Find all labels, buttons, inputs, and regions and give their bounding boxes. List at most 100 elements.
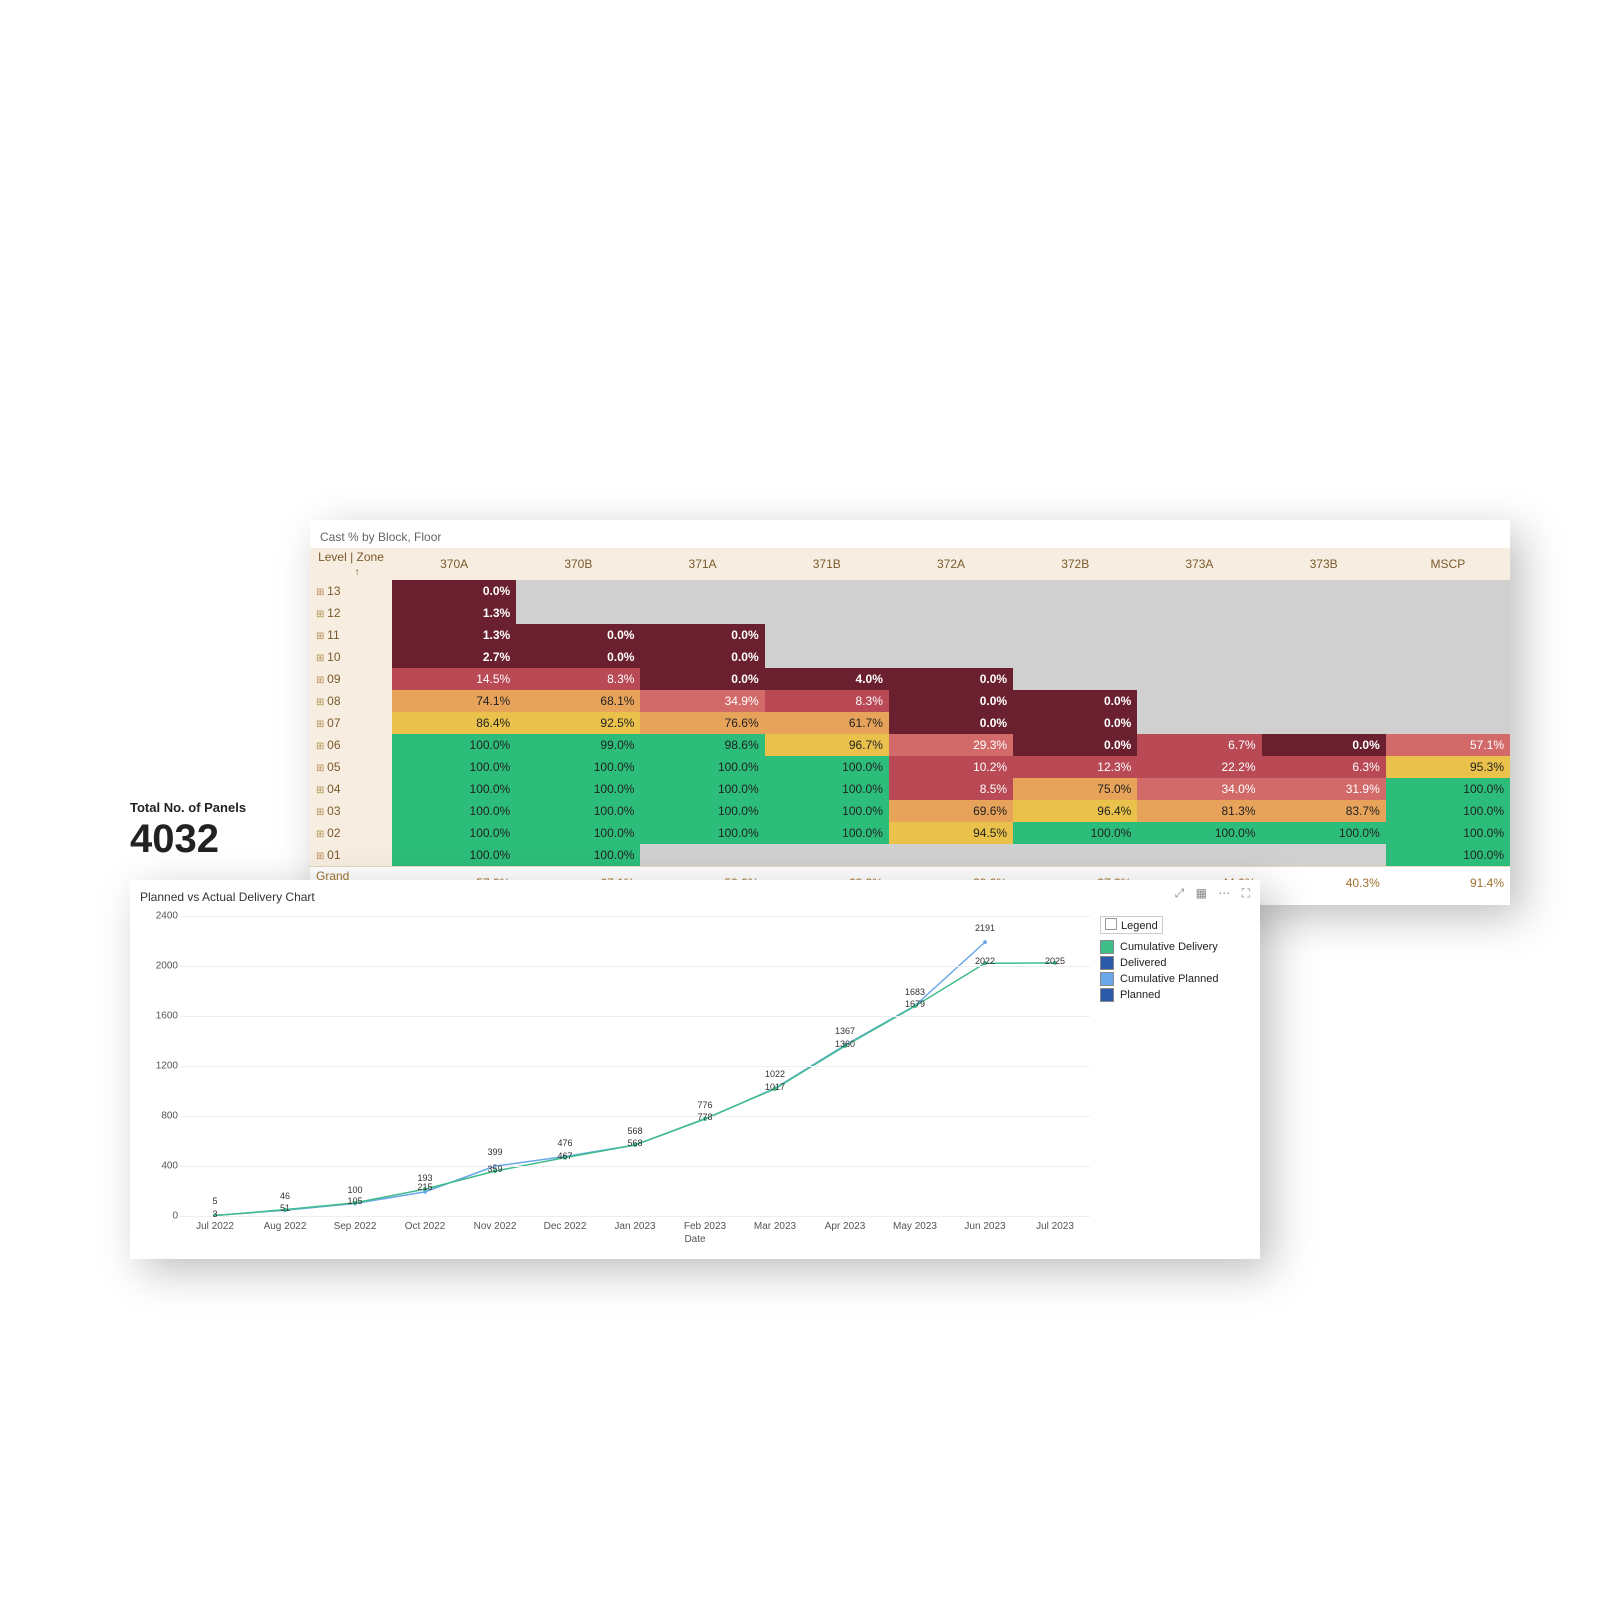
heatmap-col[interactable]: 370B <box>516 548 640 580</box>
heatmap-level[interactable]: 07 <box>310 712 392 734</box>
legend-header[interactable]: Legend <box>1100 916 1163 934</box>
heatmap-title: Cast % by Block, Floor <box>320 530 1500 544</box>
heatmap-cell: 92.5% <box>516 712 640 734</box>
grid-icon[interactable]: ▦ <box>1196 886 1207 900</box>
heatmap-col[interactable]: 372A <box>889 548 1013 580</box>
heatmap-row: 0786.4%92.5%76.6%61.7%0.0%0.0% <box>310 712 1510 734</box>
legend-item-cumulative-planned[interactable]: Cumulative Planned <box>1100 972 1242 986</box>
heatmap-cell <box>1013 580 1137 602</box>
heatmap-cell: 100.0% <box>1386 844 1510 867</box>
heatmap-level[interactable]: 06 <box>310 734 392 756</box>
heatmap-cell <box>1386 668 1510 690</box>
data-label: 3 <box>212 1209 217 1219</box>
heatmap-cell: 100.0% <box>1386 800 1510 822</box>
data-label: 467 <box>557 1151 572 1161</box>
heatmap-cell <box>1386 602 1510 624</box>
heatmap-row: 03100.0%100.0%100.0%100.0%69.6%96.4%81.3… <box>310 800 1510 822</box>
heatmap-row: 0874.1%68.1%34.9%8.3%0.0%0.0% <box>310 690 1510 712</box>
heatmap-cell <box>1137 624 1261 646</box>
heatmap-level[interactable]: 08 <box>310 690 392 712</box>
heatmap-level[interactable]: 01 <box>310 844 392 867</box>
heatmap-level[interactable]: 04 <box>310 778 392 800</box>
heatmap-cell <box>889 646 1013 668</box>
heatmap-level[interactable]: 12 <box>310 602 392 624</box>
y-axis: 04008001200160020002400 <box>144 916 178 1216</box>
kpi-total-panels: Total No. of Panels 4032 <box>130 800 290 862</box>
gridline <box>180 1016 1090 1017</box>
heatmap-cell <box>640 844 764 867</box>
heatmap-level[interactable]: 03 <box>310 800 392 822</box>
heatmap-col[interactable]: 373B <box>1262 548 1386 580</box>
data-label: 5 <box>212 1196 217 1206</box>
legend-item-planned[interactable]: Planned <box>1100 988 1242 1002</box>
heatmap-cell <box>1262 712 1386 734</box>
data-label: 399 <box>487 1147 502 1157</box>
gridline <box>180 1166 1090 1167</box>
heatmap-cell: 100.0% <box>765 756 889 778</box>
expand-icon[interactable]: ⤢ <box>1175 886 1185 900</box>
heatmap-level[interactable]: 02 <box>310 822 392 844</box>
heatmap-row: 01100.0%100.0%100.0% <box>310 844 1510 867</box>
heatmap-cell: 1.3% <box>392 624 516 646</box>
heatmap-cell: 68.1% <box>516 690 640 712</box>
heatmap-cell <box>1137 668 1261 690</box>
heatmap-row: 06100.0%99.0%98.6%96.7%29.3%0.0%6.7%0.0%… <box>310 734 1510 756</box>
fullscreen-icon[interactable]: ⛶ <box>1242 886 1250 900</box>
heatmap-cell <box>1262 624 1386 646</box>
data-label: 568 <box>627 1138 642 1148</box>
heatmap-col[interactable]: 371A <box>640 548 764 580</box>
heatmap-cell <box>1013 668 1137 690</box>
heatmap-level[interactable]: 09 <box>310 668 392 690</box>
heatmap-cell: 100.0% <box>1262 822 1386 844</box>
heatmap-col[interactable]: 371B <box>765 548 889 580</box>
heatmap-col[interactable]: MSCP <box>1386 548 1510 580</box>
kpi-label: Total No. of Panels <box>130 800 290 815</box>
heatmap-cell: 4.0% <box>765 668 889 690</box>
data-label: 2025 <box>1045 956 1065 966</box>
heatmap-col[interactable]: 372B <box>1013 548 1137 580</box>
heatmap-cell: 75.0% <box>1013 778 1137 800</box>
heatmap-cell: 98.6% <box>640 734 764 756</box>
x-tick: Sep 2022 <box>320 1221 390 1232</box>
heatmap-row: 130.0% <box>310 580 1510 602</box>
y-tick: 800 <box>161 1111 178 1122</box>
heatmap-cell <box>1262 646 1386 668</box>
heatmap-level[interactable]: 13 <box>310 580 392 602</box>
heatmap-cell: 100.0% <box>640 778 764 800</box>
heatmap-cell <box>640 602 764 624</box>
more-icon[interactable]: ⋯ <box>1218 886 1230 900</box>
kpi-value: 4032 <box>130 817 290 862</box>
heatmap-cell: 100.0% <box>640 822 764 844</box>
heatmap-col[interactable]: 370A <box>392 548 516 580</box>
heatmap-cell: 100.0% <box>1137 822 1261 844</box>
heatmap-cell: 100.0% <box>516 822 640 844</box>
x-tick: Aug 2022 <box>250 1221 320 1232</box>
heatmap-cell: 22.2% <box>1137 756 1261 778</box>
x-tick: Jul 2023 <box>1020 1221 1090 1232</box>
data-label: 776 <box>697 1100 712 1110</box>
heatmap-cell: 100.0% <box>392 778 516 800</box>
gridline <box>180 966 1090 967</box>
heatmap-cell: 61.7% <box>765 712 889 734</box>
heatmap-cell: 100.0% <box>1386 778 1510 800</box>
heatmap-cell: 100.0% <box>516 844 640 867</box>
heatmap-cell <box>765 646 889 668</box>
legend-item-cumulative-delivery[interactable]: Cumulative Delivery <box>1100 940 1242 954</box>
heatmap-cell: 100.0% <box>516 778 640 800</box>
chart-plot-area: 04008001200160020002400 Jul 2022Aug 2022… <box>180 916 1090 1216</box>
x-tick: Jul 2022 <box>180 1221 250 1232</box>
heatmap-level[interactable]: 10 <box>310 646 392 668</box>
heatmap-level[interactable]: 05 <box>310 756 392 778</box>
heatmap-cell <box>516 602 640 624</box>
y-tick: 2000 <box>156 961 178 972</box>
heatmap-row: 111.3%0.0%0.0% <box>310 624 1510 646</box>
heatmap-col[interactable]: 373A <box>1137 548 1261 580</box>
heatmap-cell: 100.0% <box>765 800 889 822</box>
y-tick: 400 <box>161 1161 178 1172</box>
heatmap-cell: 0.0% <box>889 668 1013 690</box>
legend-item-delivered[interactable]: Delivered <box>1100 956 1242 970</box>
heatmap-level[interactable]: 11 <box>310 624 392 646</box>
heatmap-row-header[interactable]: Level | Zone↑ <box>310 548 392 580</box>
x-tick: May 2023 <box>880 1221 950 1232</box>
heatmap-row: 121.3% <box>310 602 1510 624</box>
